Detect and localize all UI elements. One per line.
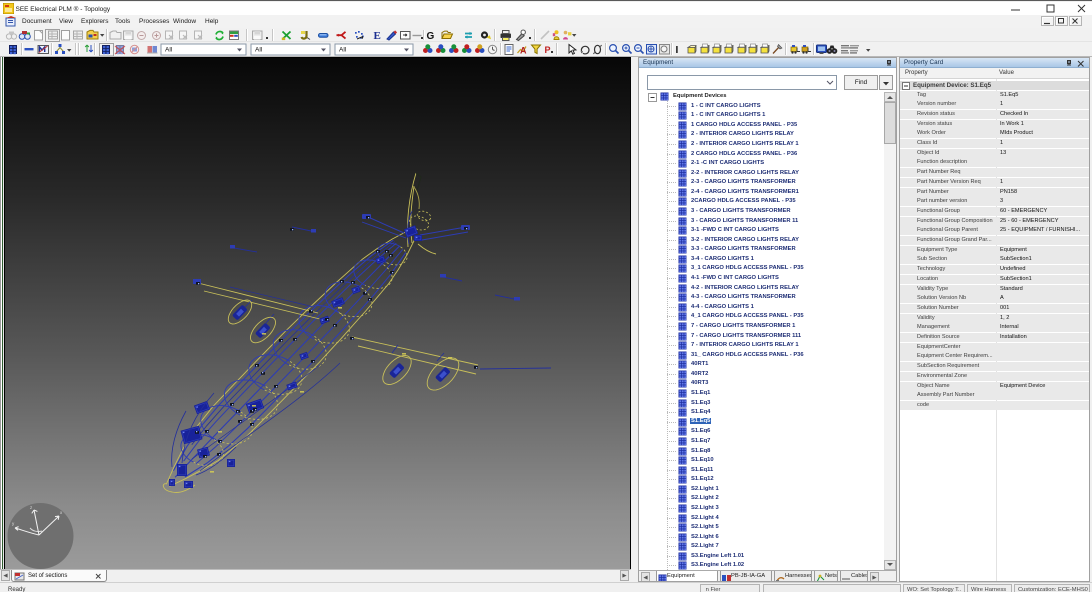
svg-text:All: All (165, 47, 173, 54)
svg-text:I: I (676, 45, 679, 56)
svg-text:All: All (339, 47, 347, 54)
svg-text:All: All (255, 47, 263, 54)
svg-text:A: A (520, 46, 527, 56)
svg-text:E: E (374, 30, 381, 42)
svg-text:P: P (545, 45, 551, 55)
svg-text:G: G (427, 31, 435, 42)
